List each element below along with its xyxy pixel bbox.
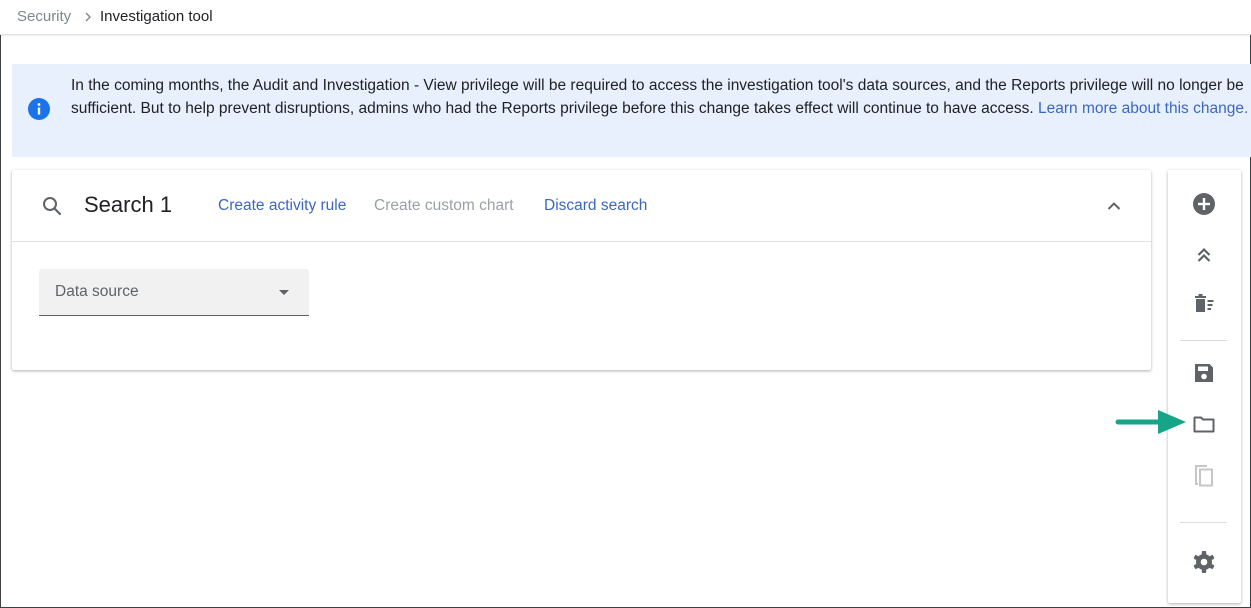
data-source-label: Data source xyxy=(55,283,139,300)
double-chevron-up-icon xyxy=(1197,247,1211,262)
search-icon xyxy=(43,197,62,216)
folder-icon xyxy=(1193,416,1215,433)
right-toolbar xyxy=(1168,170,1241,603)
toolbar-divider xyxy=(1180,340,1227,341)
delete-all-button[interactable] xyxy=(1190,290,1218,318)
annotation-arrow-icon xyxy=(1115,410,1186,434)
add-circle-icon xyxy=(1193,193,1215,215)
dropdown-arrow-icon xyxy=(279,290,289,295)
search-card-header: Search 1 Create activity rule Create cus… xyxy=(12,170,1151,242)
search-title: Search 1 xyxy=(84,192,173,217)
open-saved-search-button[interactable] xyxy=(1190,410,1218,438)
copy-icon xyxy=(1195,465,1213,487)
add-search-button[interactable] xyxy=(1190,190,1218,218)
search-card: Search 1 Create activity rule Create cus… xyxy=(12,170,1151,370)
learn-more-link[interactable]: Learn more about this change. xyxy=(1038,100,1248,117)
create-custom-chart-link[interactable]: Create custom chart xyxy=(374,197,514,215)
info-banner: In the coming months, the Audit and Inve… xyxy=(12,64,1251,157)
breadcrumb: Security Investigation tool xyxy=(0,0,1251,35)
settings-button[interactable] xyxy=(1190,548,1218,576)
banner-text: In the coming months, the Audit and Inve… xyxy=(71,75,1249,120)
toolbar-divider xyxy=(1180,522,1227,523)
data-source-select[interactable]: Data source xyxy=(39,269,309,316)
gear-icon xyxy=(1193,551,1215,573)
chevron-right-icon xyxy=(82,8,94,23)
save-icon xyxy=(1195,364,1213,382)
save-button[interactable] xyxy=(1190,359,1218,387)
copy-button[interactable] xyxy=(1190,462,1218,490)
discard-search-link[interactable]: Discard search xyxy=(544,197,647,215)
delete-sweep-icon xyxy=(1195,294,1214,312)
collapse-all-button[interactable] xyxy=(1190,241,1218,269)
breadcrumb-security-link[interactable]: Security xyxy=(17,8,71,26)
create-activity-rule-link[interactable]: Create activity rule xyxy=(218,197,346,215)
breadcrumb-current: Investigation tool xyxy=(100,8,213,25)
chevron-up-icon[interactable] xyxy=(1102,194,1126,218)
info-icon xyxy=(28,98,50,120)
